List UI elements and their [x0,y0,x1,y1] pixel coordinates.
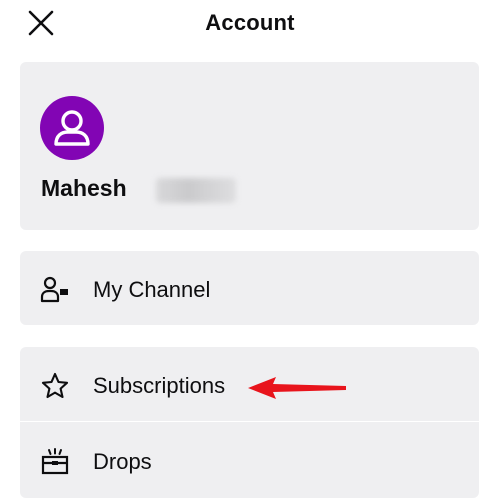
menu-card: Subscriptions Drops [20,347,479,498]
my-channel-item[interactable]: My Channel [20,251,479,325]
my-channel-icon [40,275,70,305]
drops-item[interactable]: Drops [20,423,479,497]
red-arrow-annotation [248,377,346,399]
drops-label: Drops [93,449,152,474]
username: Mahesh [41,175,127,201]
page-title: Account [205,10,295,35]
avatar[interactable] [40,96,104,160]
user-avatar-icon [54,110,90,146]
redacted-username-suffix [156,178,236,203]
my-channel-row[interactable]: My Channel [20,251,479,325]
drops-icon [40,447,70,477]
header: Account [0,0,500,46]
star-icon [40,371,70,401]
my-channel-label: My Channel [93,277,211,302]
account-page: Account Mahesh My Channel Subscriptions … [0,0,500,500]
subscriptions-label: Subscriptions [93,373,226,398]
divider [20,421,479,422]
profile-card: Mahesh [20,62,479,230]
